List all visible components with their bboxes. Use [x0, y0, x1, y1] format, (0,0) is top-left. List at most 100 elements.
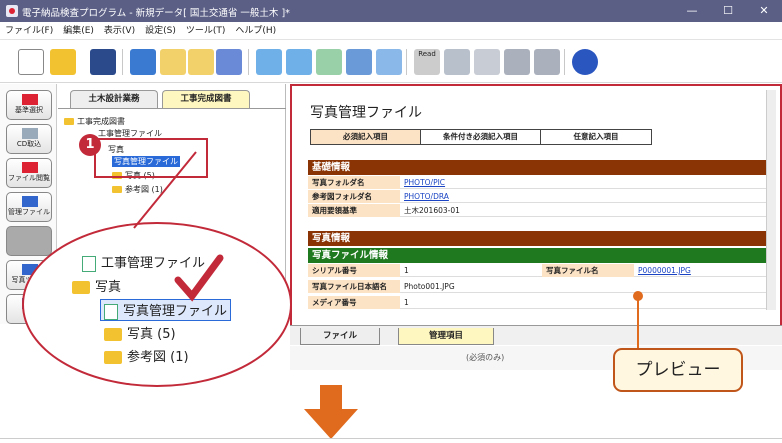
folder-icon — [72, 281, 90, 294]
disabled-button — [6, 226, 52, 256]
section-basic: 基礎情報 — [308, 160, 776, 175]
read-cd-icon[interactable]: Read — [414, 49, 440, 75]
standard-select-icon — [22, 94, 38, 105]
row-key: 写真ファイル日本語名 — [308, 280, 400, 293]
tree-icon[interactable] — [256, 49, 282, 75]
menu-tools[interactable]: ツール(T) — [181, 22, 231, 40]
menu-bar: ファイル(F) 編集(E) 表示(V) 設定(S) ツール(T) ヘルプ(H) — [0, 22, 782, 40]
tab-underline — [58, 108, 286, 109]
folder-icon — [112, 186, 122, 193]
toolbar-separator — [406, 49, 407, 75]
menu-help[interactable]: ヘルプ(H) — [230, 22, 281, 40]
row-value[interactable]: P0000001.JPG — [638, 264, 691, 277]
zoom-item: 写真 (5) — [104, 323, 176, 342]
menu-file[interactable]: ファイル(F) — [0, 22, 58, 40]
row-key: 適用要領基準 — [308, 204, 400, 217]
file-browse-button[interactable]: ファイル閲覧 — [6, 158, 52, 188]
maximize-button[interactable]: ☐ — [710, 0, 746, 22]
section-photo: 写真情報 — [308, 231, 776, 246]
table-row: 写真ファイル日本語名 Photo001.JPG — [308, 280, 776, 293]
preview-pane: 写真管理ファイル 必須記入項目 条件付き必須記入項目 任意記入項目 基礎情報 写真フ… — [290, 84, 782, 327]
folder-icon — [64, 118, 74, 125]
document-icon — [82, 255, 96, 272]
table-row: メディア番号 1 — [308, 296, 776, 309]
vertical-scrollbar[interactable] — [766, 90, 776, 310]
management-file-icon — [22, 196, 38, 207]
row-value[interactable]: PHOTO/PIC — [404, 176, 445, 189]
management-file-label: 管理ファイル — [8, 208, 50, 216]
bottom-tab-bar: ファイル 管理項目 — [290, 325, 782, 345]
row-key: 参考図フォルダ名 — [308, 190, 400, 203]
legend-conditional: 条件付き必須記入項目 — [421, 130, 541, 144]
close-button[interactable]: ✕ — [746, 0, 782, 22]
menu-edit[interactable]: 編集(E) — [58, 22, 99, 40]
write-icon[interactable] — [444, 49, 470, 75]
zoom-connector — [133, 151, 197, 229]
row-value: 土木201603-01 — [404, 206, 460, 215]
zoom-item-label: 参考図 (1) — [127, 350, 189, 365]
folder-icon — [104, 328, 122, 341]
zoom-item: 写真 — [72, 276, 121, 295]
edit-all-icon[interactable] — [188, 49, 214, 75]
menu-view[interactable]: 表示(V) — [99, 22, 140, 40]
row-value: 1 — [404, 298, 409, 307]
title-bar: 電子納品検査プログラム - 新規データ[ 国土交通省 一般土木 ]* — ☐ ✕ — [0, 0, 782, 22]
file-browse-icon — [22, 162, 38, 173]
cd-import-button[interactable]: CD取込 — [6, 124, 52, 154]
legend-required: 必須記入項目 — [311, 130, 421, 144]
disc-icon[interactable] — [474, 49, 500, 75]
window-title: 電子納品検査プログラム - 新規データ[ 国土交通省 一般土木 ]* — [22, 8, 290, 19]
row-key: シリアル番号 — [308, 264, 400, 277]
chart-icon[interactable] — [534, 49, 560, 75]
table-icon[interactable] — [346, 49, 372, 75]
preview-callout: プレビュー — [613, 348, 743, 392]
standard-select-button[interactable]: 基準選択 — [6, 90, 52, 120]
row-value: Photo001.JPG — [404, 282, 455, 291]
row-key: 写真ファイル名 — [542, 264, 634, 277]
table-row: 適用要領基準 土木201603-01 — [308, 204, 776, 217]
zoom-bubble: 工事管理ファイル 写真 写真管理ファイル 写真 (5) 参考図 (1) — [22, 222, 292, 387]
table-row: シリアル番号 1 写真ファイル名 P0000001.JPG — [308, 264, 776, 277]
tab-file[interactable]: ファイル — [300, 328, 380, 345]
save-icon[interactable] — [90, 49, 116, 75]
layout-icon[interactable] — [286, 49, 312, 75]
filter-dropdown[interactable]: (必須のみ) — [466, 352, 504, 363]
new-file-icon[interactable] — [18, 49, 44, 75]
tree-item-root[interactable]: 工事完成図書 — [64, 116, 125, 127]
tab-completion-docs[interactable]: 工事完成図書 — [162, 90, 250, 108]
step-badge: 1 — [79, 134, 101, 156]
management-file-button[interactable]: 管理ファイル — [6, 192, 52, 222]
menu-settings[interactable]: 設定(S) — [140, 22, 181, 40]
tree-item-label: 工事管理ファイル — [98, 129, 162, 138]
tab-design-work[interactable]: 土木設計業務 — [70, 90, 158, 108]
table-row: 写真フォルダ名 PHOTO/PIC — [308, 176, 776, 189]
toolbar-separator — [248, 49, 249, 75]
table-row: 参考図フォルダ名 PHOTO/DRA — [308, 190, 776, 203]
edit-icon[interactable] — [160, 49, 186, 75]
folder-icon — [104, 351, 122, 364]
report-icon[interactable] — [216, 49, 242, 75]
refresh-icon[interactable] — [376, 49, 402, 75]
tree-item-label: 工事完成図書 — [77, 117, 125, 126]
app-icon — [6, 5, 18, 17]
row-value[interactable]: PHOTO/DRA — [404, 190, 449, 203]
tab-management-items[interactable]: 管理項目 — [398, 328, 494, 345]
print-icon[interactable] — [504, 49, 530, 75]
standard-select-label: 基準選択 — [15, 106, 43, 114]
page-title: 写真管理ファイル — [310, 105, 422, 121]
read-label: Read — [418, 50, 436, 58]
zoom-item-label: 写真管理ファイル — [123, 304, 228, 319]
image-icon[interactable] — [316, 49, 342, 75]
minimize-button[interactable]: — — [674, 0, 710, 22]
toolbar-separator — [122, 49, 123, 75]
open-folder-icon[interactable] — [50, 49, 76, 75]
down-arrow-icon — [304, 385, 358, 439]
toolbar: Read — [0, 41, 782, 83]
row-key: 写真フォルダ名 — [308, 176, 400, 189]
bottom-divider — [0, 438, 782, 439]
legend-optional: 任意記入項目 — [541, 130, 651, 144]
cd-icon — [22, 128, 38, 139]
help-icon[interactable] — [572, 49, 598, 75]
zoom-item-label: 写真 (5) — [127, 327, 176, 342]
check-icon[interactable] — [130, 49, 156, 75]
